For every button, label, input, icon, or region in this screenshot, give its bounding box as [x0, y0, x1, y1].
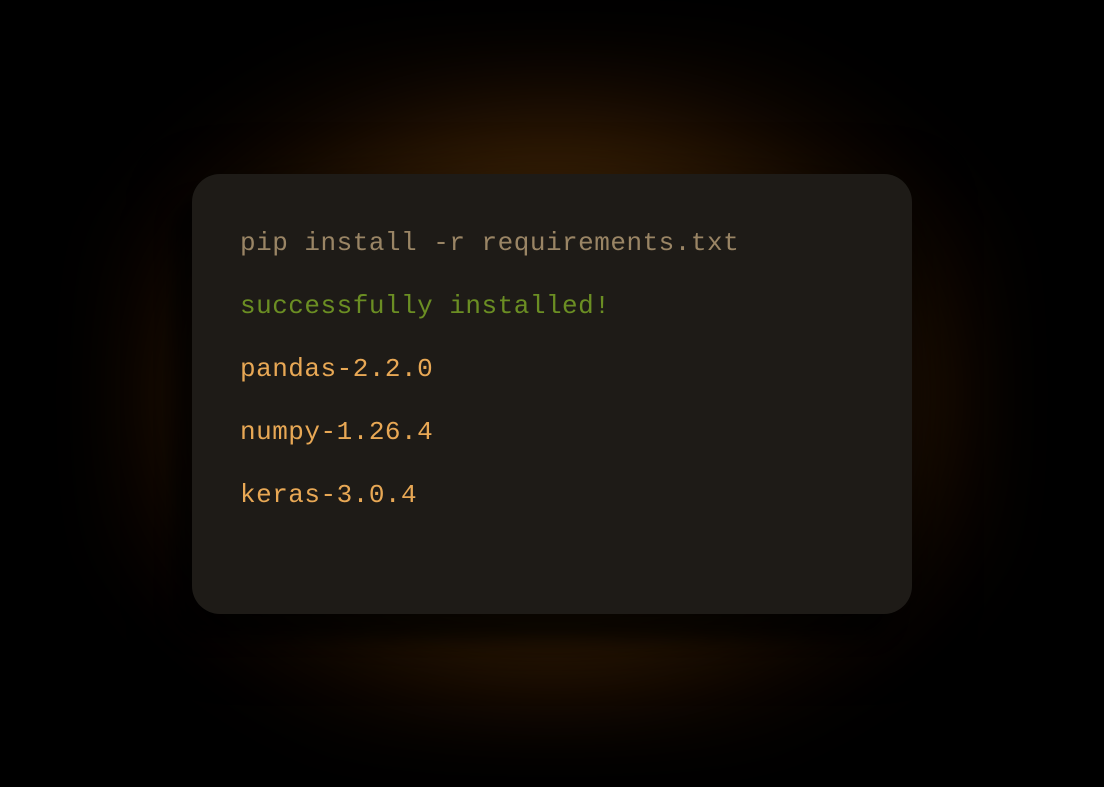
- status-line: successfully installed!: [240, 287, 864, 326]
- terminal-window: pip install -r requirements.txt successf…: [192, 174, 912, 614]
- terminal-container: pip install -r requirements.txt successf…: [192, 174, 912, 614]
- package-line: keras-3.0.4: [240, 476, 864, 515]
- command-line: pip install -r requirements.txt: [240, 224, 864, 263]
- package-line: pandas-2.2.0: [240, 350, 864, 389]
- package-line: numpy-1.26.4: [240, 413, 864, 452]
